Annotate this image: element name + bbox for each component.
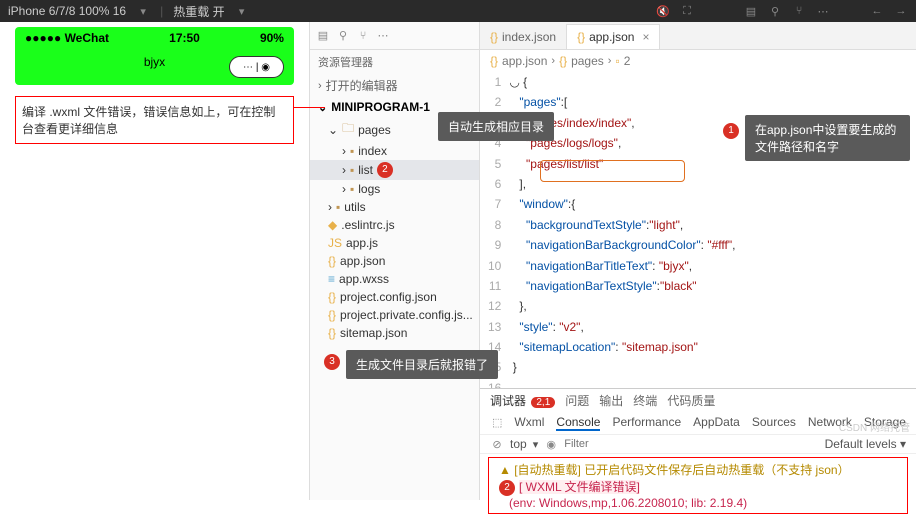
tab-debugger[interactable]: 调试器 2,1: [490, 392, 555, 409]
console-warn: ▲ [自动热重载] 已开启代码文件保存后自动热重载（不支持 json）: [499, 461, 897, 478]
file-sitemap[interactable]: {} sitemap.json: [310, 324, 479, 342]
menu-capsule[interactable]: ⋯ | ◉: [229, 56, 284, 78]
annotation-2: 自动生成相应目录: [438, 112, 554, 141]
filter-input[interactable]: [564, 438, 818, 450]
tab-app-json[interactable]: {} app.json ×: [566, 24, 660, 49]
mute-icon[interactable]: 🔇: [656, 4, 670, 18]
watermark: CSDN 网络托管: [839, 419, 910, 434]
folder-list[interactable]: › ▪ list 2: [310, 160, 479, 180]
expand-icon[interactable]: ⛶: [680, 4, 694, 18]
explorer-title: 资源管理器: [310, 50, 479, 74]
files-icon[interactable]: ▤: [316, 29, 330, 43]
subtab-wxml[interactable]: Wxml: [514, 415, 544, 431]
annotation-1: 1 在app.json中设置要生成的文件路径和名字: [745, 115, 910, 161]
compile-error-text: 编译 .wxml 文件错误，错误信息如上，可在控制台查看更详细信息: [22, 105, 275, 136]
files-icon[interactable]: ▤: [744, 4, 758, 18]
folder-utils[interactable]: › ▪ utils: [310, 198, 479, 216]
tab-terminal[interactable]: 终端: [633, 392, 657, 409]
subtab-appdata[interactable]: AppData: [693, 415, 740, 431]
top-toolbar: iPhone 6/7/8 100% 16 ▾ | 热重载 开 ▾ 🔇 ⛶ ▤ ⚲…: [0, 0, 916, 22]
subtab-sources[interactable]: Sources: [752, 415, 796, 431]
explorer-toolbar: ▤ ⚲ ⑂ ⋯: [310, 22, 479, 50]
top-context[interactable]: top: [510, 437, 527, 451]
app-title: bjyx: [144, 55, 165, 69]
branch-icon[interactable]: ⑂: [792, 4, 806, 18]
badge-2: 2: [377, 162, 393, 178]
back-icon[interactable]: ←: [870, 4, 884, 18]
tab-issues[interactable]: 问题: [565, 392, 589, 409]
more-icon[interactable]: ⋯: [816, 4, 830, 18]
tab-index-json[interactable]: {} index.json: [480, 25, 566, 49]
search-icon[interactable]: ⚲: [336, 29, 350, 43]
bottom-panel: 调试器 2,1 问题 输出 终端 代码质量 ⬚ Wxml Console Per…: [480, 388, 916, 500]
search-icon[interactable]: ⚲: [768, 4, 782, 18]
forward-icon[interactable]: →: [894, 4, 908, 18]
eye-icon[interactable]: ◉: [544, 437, 558, 451]
file-appjs[interactable]: JS app.js: [310, 234, 479, 252]
editor-tabs: {} index.json {} app.json ×: [480, 22, 916, 50]
file-appjson[interactable]: {} app.json: [310, 252, 479, 270]
tab-quality[interactable]: 代码质量: [667, 392, 715, 409]
inspect-icon[interactable]: ⬚: [492, 415, 502, 429]
signal-label: ●●●●● WeChat: [25, 31, 109, 45]
compile-error-box: 编译 .wxml 文件错误，错误信息如上，可在控制台查看更详细信息: [15, 96, 294, 144]
console-output: ▲ [自动热重载] 已开启代码文件保存后自动热重载（不支持 json） 2[ W…: [488, 457, 908, 514]
more-icon[interactable]: ⋯: [376, 29, 390, 43]
chevron-down-icon[interactable]: ▾: [235, 4, 249, 18]
forbid-icon[interactable]: ⊘: [490, 437, 504, 451]
folder-logs[interactable]: › ▪ logs: [310, 180, 479, 198]
subtab-performance[interactable]: Performance: [612, 415, 681, 431]
levels-select[interactable]: Default levels ▾: [825, 437, 906, 451]
subtab-console[interactable]: Console: [556, 415, 600, 431]
branch-icon[interactable]: ⑂: [356, 29, 370, 43]
file-appwxss[interactable]: ≡ app.wxss: [310, 270, 479, 288]
device-label[interactable]: iPhone 6/7/8 100% 16: [8, 4, 126, 18]
file-projconf[interactable]: {} project.config.json: [310, 288, 479, 306]
file-projpriv[interactable]: {} project.private.config.js...: [310, 306, 479, 324]
console-error: 2[ WXML 文件编译错误] (env: Windows,mp,1.06.22…: [499, 478, 897, 510]
open-editors-section[interactable]: › 打开的编辑器: [310, 74, 479, 97]
phone-preview: ●●●●● WeChat 17:50 90% bjyx ⋯ | ◉: [15, 27, 294, 85]
file-eslint[interactable]: ◆ .eslintrc.js: [310, 216, 479, 234]
battery-label: 90%: [260, 31, 284, 45]
hot-reload-label[interactable]: 热重载 开: [173, 3, 224, 20]
chevron-down-icon[interactable]: ▾: [136, 4, 150, 18]
tab-output[interactable]: 输出: [599, 392, 623, 409]
explorer-pane: ▤ ⚲ ⑂ ⋯ 资源管理器 › 打开的编辑器 ⌄ MINIPROGRAM-1 ⌄…: [310, 22, 480, 500]
breadcrumb[interactable]: {} app.json › {} pages › ▫ 2: [480, 50, 916, 72]
folder-index[interactable]: › ▪ index: [310, 142, 479, 160]
simulator-pane: ●●●●● WeChat 17:50 90% bjyx ⋯ | ◉ 编译 .wx…: [0, 22, 310, 500]
annotation-3: 3 生成文件目录后就报错了: [346, 350, 498, 379]
clock-label: 17:50: [169, 31, 200, 45]
close-icon[interactable]: ×: [642, 30, 649, 44]
